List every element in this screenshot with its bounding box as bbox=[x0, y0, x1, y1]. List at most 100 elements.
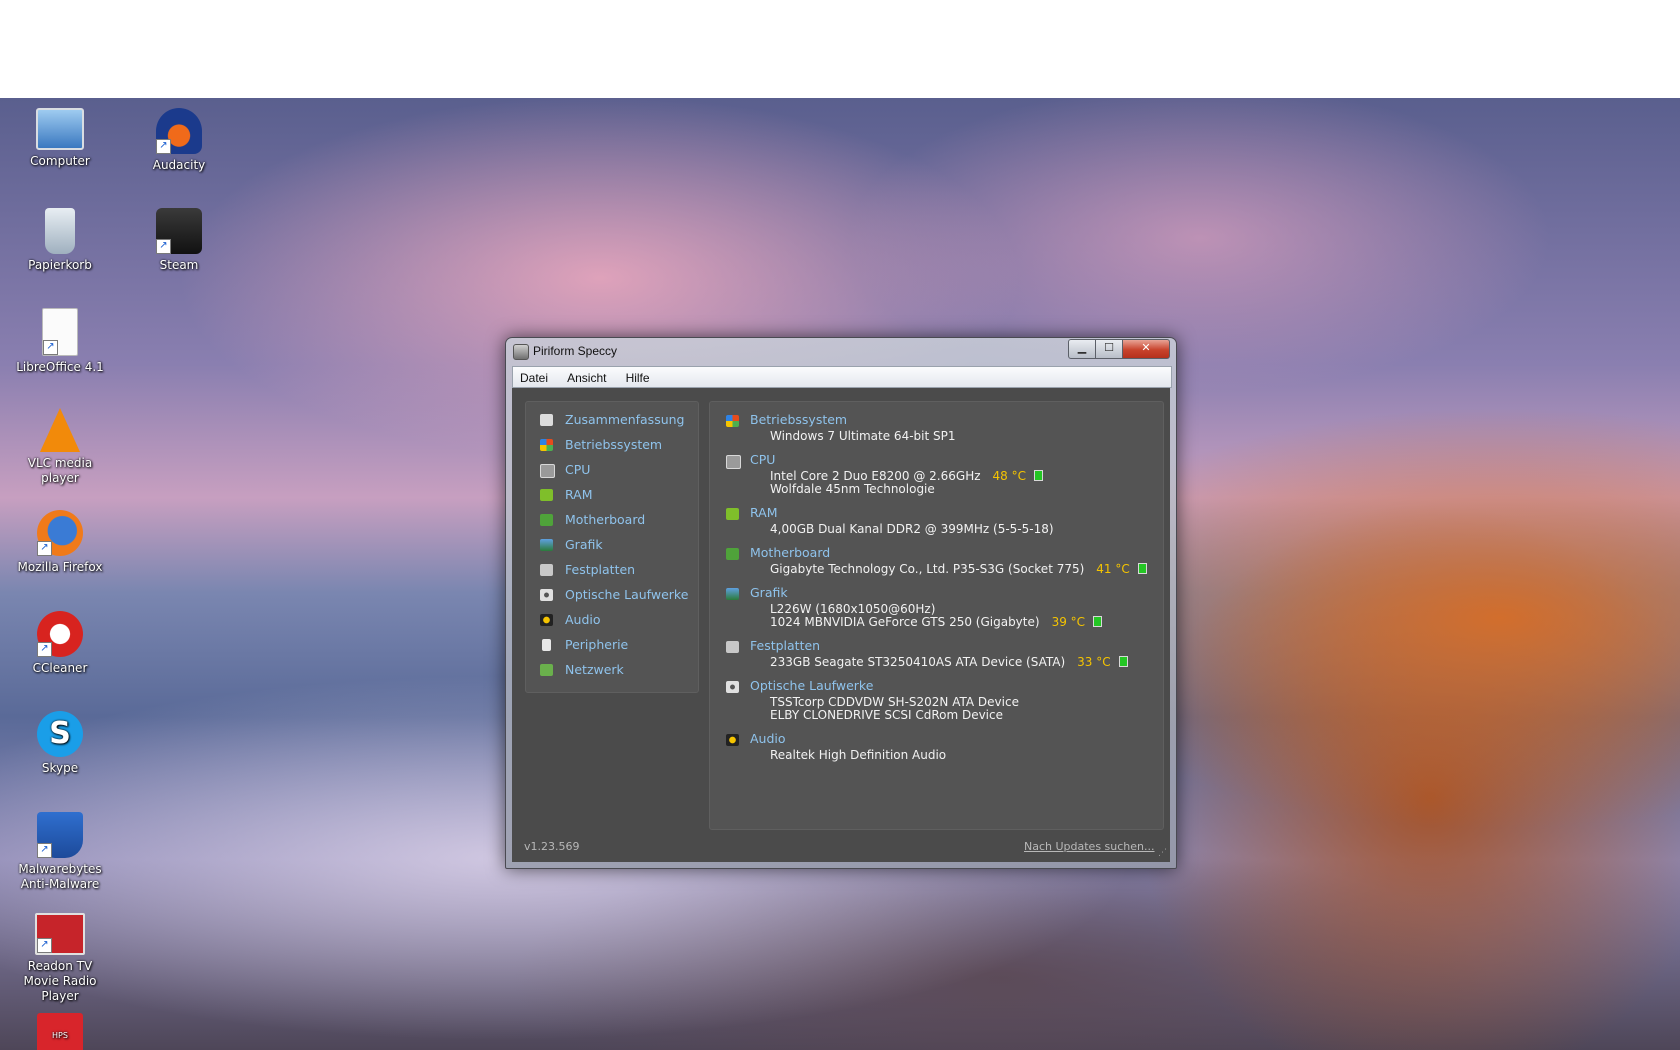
desktop-icon-pdf[interactable]: HPS bbox=[10, 1013, 110, 1050]
storage-temperature: 33 °C bbox=[1077, 655, 1111, 669]
section-title[interactable]: Grafik bbox=[750, 585, 788, 601]
vlc-icon bbox=[40, 408, 80, 452]
sidebar-item-optische-laufwerke[interactable]: Optische Laufwerke bbox=[540, 585, 695, 605]
menu-datei[interactable]: Datei bbox=[513, 369, 555, 388]
cpu-icon bbox=[726, 455, 741, 469]
skype-icon: S bbox=[37, 711, 83, 757]
pdf-glyph: HPS bbox=[52, 1031, 68, 1040]
cpu-temperature: 48 °C bbox=[992, 469, 1026, 483]
section-title[interactable]: Motherboard bbox=[750, 545, 830, 561]
audacity-icon: ↗ bbox=[156, 108, 202, 154]
desktop-icon-audacity[interactable]: ↗ Audacity bbox=[129, 108, 229, 173]
title-bar[interactable]: Piriform Speccy ▁ ☐ ✕ bbox=[506, 338, 1176, 364]
desktop-icon-libreoffice[interactable]: ↗ LibreOffice 4.1 bbox=[10, 308, 110, 375]
ram-value: 4,00GB Dual Kanal DDR2 @ 399MHz (5-5-5-1… bbox=[770, 522, 1054, 536]
storage-name: 233GB Seagate ST3250410AS ATA Device (SA… bbox=[770, 655, 1066, 669]
hard-disk-icon bbox=[540, 564, 553, 576]
skype-glyph: S bbox=[49, 716, 71, 751]
desktop-icon-label: Mozilla Firefox bbox=[17, 560, 103, 574]
sidebar-item-motherboard[interactable]: Motherboard bbox=[540, 510, 695, 530]
speccy-window[interactable]: Piriform Speccy ▁ ☐ ✕ Datei Ansicht Hilf… bbox=[505, 337, 1177, 869]
sidebar-item-label: Motherboard bbox=[565, 512, 646, 527]
resize-grip-icon[interactable]: ⋰ bbox=[1158, 848, 1168, 858]
desktop-icon-label: Computer bbox=[30, 154, 90, 168]
menu-bar: Datei Ansicht Hilfe bbox=[512, 366, 1172, 388]
desktop-icon-steam[interactable]: ↗ Steam bbox=[129, 208, 229, 273]
sidebar-item-label: Optische Laufwerke bbox=[565, 587, 689, 602]
computer-icon bbox=[36, 108, 84, 150]
menu-ansicht[interactable]: Ansicht bbox=[560, 369, 613, 388]
desktop-icon-vlc[interactable]: VLC media player bbox=[10, 408, 110, 486]
sidebar-item-label: Peripherie bbox=[565, 637, 629, 652]
window-title: Piriform Speccy bbox=[533, 344, 618, 358]
sidebar-item-zusammenfassung[interactable]: Zusammenfassung bbox=[540, 410, 695, 430]
malwarebytes-icon: ↗ bbox=[37, 812, 83, 858]
motherboard-icon bbox=[726, 548, 739, 560]
sidebar-item-label: Netzwerk bbox=[565, 662, 624, 677]
motherboard-value: Gigabyte Technology Co., Ltd. P35-S3G (S… bbox=[770, 562, 1147, 576]
desktop-icon-skype[interactable]: S Skype bbox=[10, 711, 110, 776]
desktop-icon-computer[interactable]: Computer bbox=[10, 108, 110, 169]
sidebar-item-peripherie[interactable]: Peripherie bbox=[540, 635, 695, 655]
sidebar-item-grafik[interactable]: Grafik bbox=[540, 535, 695, 555]
shortcut-arrow-icon: ↗ bbox=[43, 340, 58, 355]
motherboard-name: Gigabyte Technology Co., Ltd. P35-S3G (S… bbox=[770, 562, 1085, 576]
libreoffice-icon: ↗ bbox=[42, 308, 78, 356]
sidebar-item-label: Betriebssystem bbox=[565, 437, 663, 452]
desktop-icon-label: Audacity bbox=[152, 158, 206, 172]
shortcut-arrow-icon: ↗ bbox=[156, 239, 171, 254]
ccleaner-icon: ↗ bbox=[37, 611, 83, 657]
desktop-icon-label: Readon TV Movie Radio Player bbox=[23, 959, 97, 1003]
section-title[interactable]: RAM bbox=[750, 505, 778, 521]
sidebar-item-cpu[interactable]: CPU bbox=[540, 460, 695, 480]
summary-panel: Betriebssystem Windows 7 Ultimate 64-bit… bbox=[709, 401, 1164, 830]
os-value: Windows 7 Ultimate 64-bit SP1 bbox=[770, 429, 956, 443]
desktop-icon-malwarebytes[interactable]: ↗ Malwarebytes Anti-Malware bbox=[10, 812, 110, 892]
desktop-icon-recycle-bin[interactable]: Papierkorb bbox=[10, 208, 110, 273]
section-title[interactable]: CPU bbox=[750, 452, 775, 468]
desktop-icon-ccleaner[interactable]: ↗ CCleaner bbox=[10, 611, 110, 676]
cpu-technology: Wolfdale 45nm Technologie bbox=[770, 482, 935, 496]
firefox-icon: ↗ bbox=[37, 510, 83, 556]
speaker-icon bbox=[726, 734, 739, 746]
optical-drive-2: ELBY CLONEDRIVE SCSI CdRom Device bbox=[770, 708, 1003, 722]
gpu-temperature: 39 °C bbox=[1051, 615, 1086, 629]
pdf-icon: HPS bbox=[37, 1013, 83, 1050]
ram-icon bbox=[540, 489, 553, 501]
check-updates-link[interactable]: Nach Updates suchen... bbox=[1024, 840, 1155, 853]
motherboard-temperature: 41 °C bbox=[1096, 562, 1130, 576]
optical-drive-icon bbox=[540, 589, 553, 601]
section-title[interactable]: Betriebssystem bbox=[750, 412, 847, 428]
maximize-button[interactable]: ☐ bbox=[1095, 339, 1123, 359]
menu-hilfe[interactable]: Hilfe bbox=[619, 369, 657, 388]
hard-disk-icon bbox=[726, 641, 739, 653]
sidebar-item-audio[interactable]: Audio bbox=[540, 610, 695, 630]
desktop-icon-firefox[interactable]: ↗ Mozilla Firefox bbox=[10, 510, 110, 575]
gpu-name: 1024 MBNVIDIA GeForce GTS 250 (Gigabyte) bbox=[770, 615, 1040, 629]
cpu-name: Intel Core 2 Duo E8200 @ 2.66GHz bbox=[770, 469, 981, 483]
steam-icon: ↗ bbox=[156, 208, 202, 254]
sidebar-item-ram[interactable]: RAM bbox=[540, 485, 695, 505]
minimize-button[interactable]: ▁ bbox=[1068, 339, 1096, 359]
motherboard-icon bbox=[540, 514, 553, 526]
monitor-icon bbox=[540, 539, 553, 551]
mouse-icon bbox=[542, 639, 551, 651]
gpu-value: 1024 MBNVIDIA GeForce GTS 250 (Gigabyte)… bbox=[770, 615, 1103, 629]
sidebar-item-betriebssystem[interactable]: Betriebssystem bbox=[540, 435, 695, 455]
section-title[interactable]: Festplatten bbox=[750, 638, 820, 654]
temperature-indicator-icon bbox=[1118, 656, 1128, 667]
close-button[interactable]: ✕ bbox=[1122, 339, 1170, 359]
audio-value: Realtek High Definition Audio bbox=[770, 748, 947, 762]
desktop-icon-label: Malwarebytes Anti-Malware bbox=[18, 862, 102, 891]
windows-icon bbox=[540, 439, 553, 451]
top-white-bar bbox=[0, 0, 1680, 98]
sidebar-item-label: Audio bbox=[565, 612, 601, 627]
version-label: v1.23.569 bbox=[524, 840, 580, 853]
sidebar-item-netzwerk[interactable]: Netzwerk bbox=[540, 660, 695, 680]
shortcut-arrow-icon: ↗ bbox=[37, 642, 52, 657]
section-title[interactable]: Audio bbox=[750, 731, 786, 747]
navigation-sidebar: Zusammenfassung Betriebssystem CPU RAM M… bbox=[525, 401, 699, 693]
desktop-icon-readon-tv[interactable]: ↗ Readon TV Movie Radio Player bbox=[10, 913, 110, 1004]
sidebar-item-festplatten[interactable]: Festplatten bbox=[540, 560, 695, 580]
section-title[interactable]: Optische Laufwerke bbox=[750, 678, 873, 694]
